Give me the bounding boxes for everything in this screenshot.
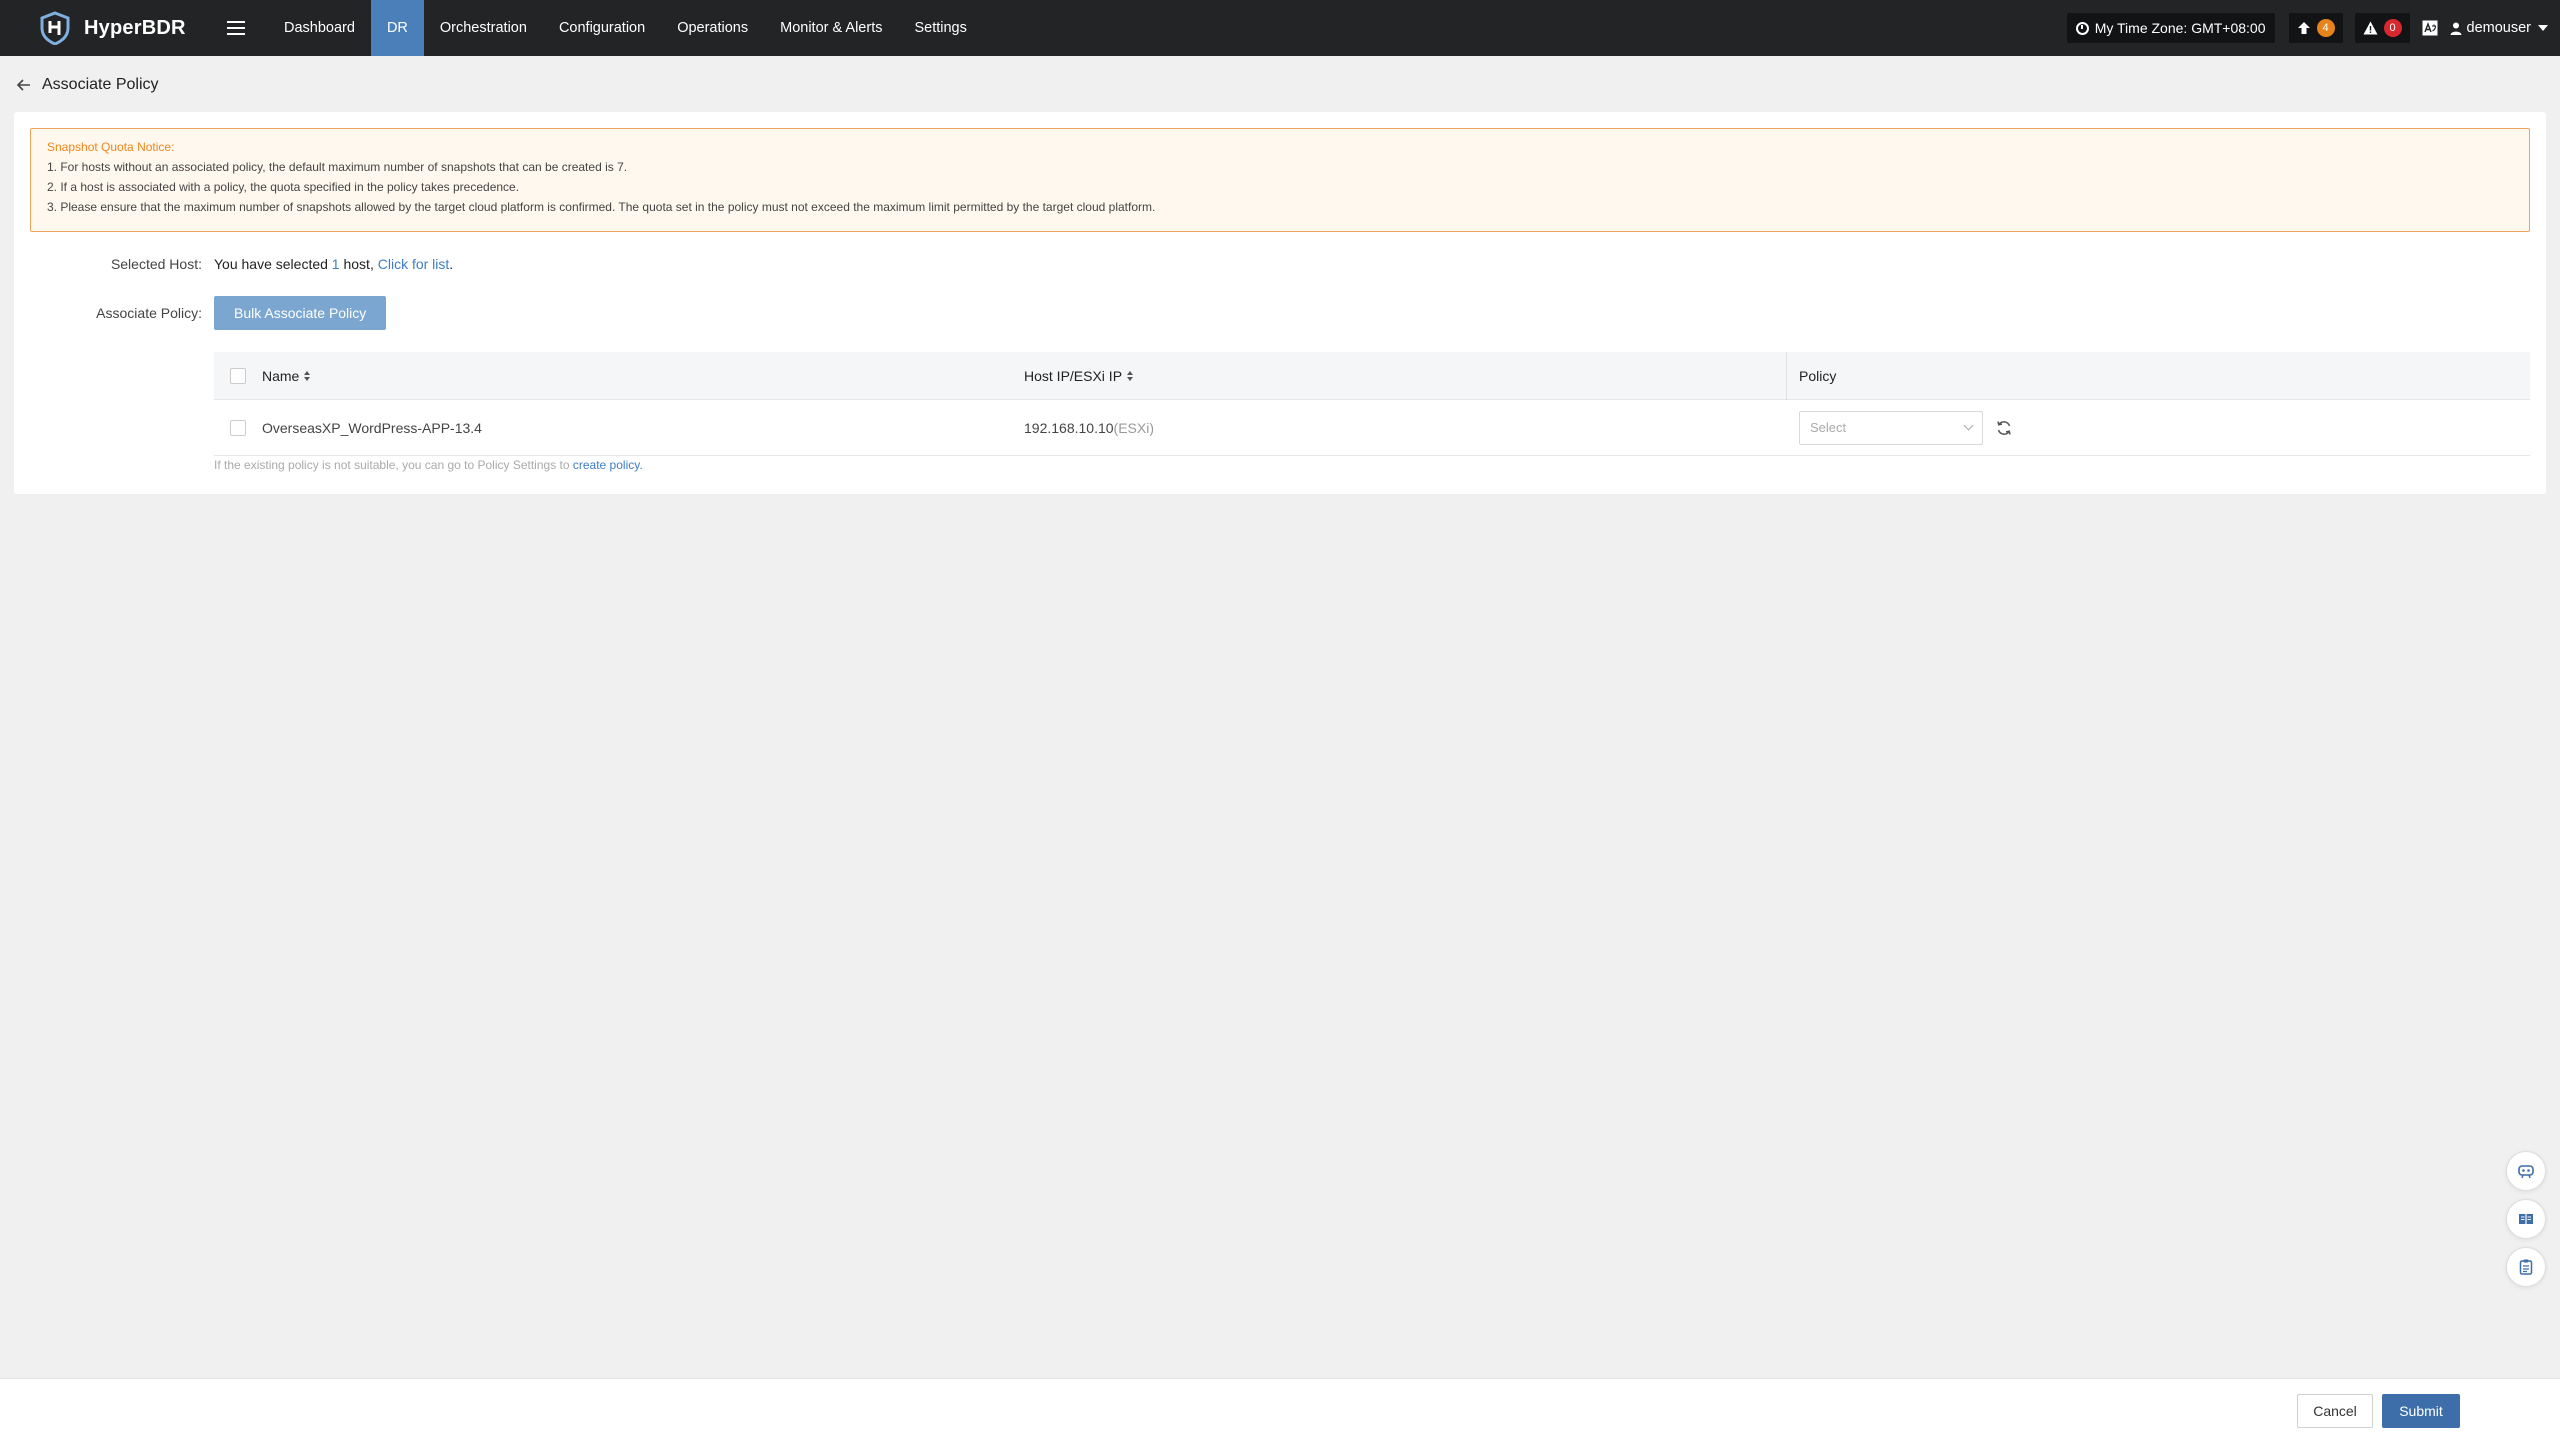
nav-settings[interactable]: Settings [898, 0, 982, 56]
main-panel: Snapshot Quota Notice: 1. For hosts with… [14, 112, 2546, 494]
sort-icon[interactable] [1127, 370, 1134, 381]
alert-count-badge: 0 [2383, 19, 2402, 37]
nav-operations[interactable]: Operations [661, 0, 764, 56]
hint-text: If the existing policy is not suitable, … [214, 458, 573, 472]
back-arrow-icon[interactable] [14, 75, 34, 95]
sort-icon[interactable] [304, 370, 311, 381]
brand-name: HyperBDR [84, 16, 186, 39]
click-for-list-link[interactable]: Click for list [378, 256, 450, 272]
selected-host-row: Selected Host: You have selected 1 host,… [24, 252, 453, 276]
select-all-cell [214, 367, 262, 384]
cancel-button[interactable]: Cancel [2297, 1394, 2373, 1428]
clipboard-icon [2519, 1259, 2533, 1275]
alerts-button[interactable]: 0 [2354, 13, 2410, 43]
book-icon [2519, 1214, 2533, 1224]
table-row: OverseasXP_WordPress-APP-13.4 192.168.10… [214, 400, 2530, 456]
user-menu[interactable]: demouser [2450, 20, 2548, 36]
main-nav: Dashboard DR Orchestration Configuration… [268, 0, 983, 56]
selected-host-label: Selected Host: [110, 256, 202, 272]
column-policy: Policy [1787, 368, 2530, 384]
notice-title: Snapshot Quota Notice: [47, 140, 175, 154]
row-check-cell [214, 419, 262, 436]
selected-suffix: host, [339, 256, 378, 272]
username: demouser [2466, 20, 2531, 36]
nav-dashboard[interactable]: Dashboard [268, 0, 371, 56]
language-icon[interactable] [2422, 20, 2438, 36]
host-ip-cell: 192.168.10.10 (ESXi) [1024, 420, 1786, 436]
notice-line-2: 2. If a host is associated with a policy… [47, 180, 520, 194]
support-chat-button[interactable] [2506, 1151, 2546, 1191]
nav-monitor-alerts[interactable]: Monitor & Alerts [764, 0, 898, 56]
select-all-checkbox[interactable] [230, 367, 246, 384]
bulk-associate-policy-button[interactable]: Bulk Associate Policy [214, 296, 387, 330]
submit-button[interactable]: Submit [2382, 1394, 2460, 1428]
snapshot-quota-notice: Snapshot Quota Notice: 1. For hosts with… [30, 128, 2530, 232]
associate-policy-label: Associate Policy: [96, 305, 202, 321]
shield-logo-icon [38, 11, 74, 45]
hamburger-menu-icon[interactable] [214, 0, 258, 56]
selected-host-value: You have selected 1 host, Click for list… [214, 256, 453, 272]
policy-select-placeholder: Select [1810, 420, 1847, 435]
row-checkbox[interactable] [230, 419, 246, 436]
host-ip: 192.168.10.10 [1024, 419, 1114, 436]
column-host-ip[interactable]: Host IP/ESXi IP [1024, 368, 1786, 384]
timezone-selector[interactable]: My Time Zone: GMT+08:00 [2066, 13, 2275, 43]
create-policy-hint: If the existing policy is not suitable, … [214, 458, 643, 472]
page-title: Associate Policy [42, 76, 159, 93]
nav-dr[interactable]: DR [370, 0, 424, 56]
timezone-label: My Time Zone: GMT+08:00 [2094, 20, 2266, 36]
period: . [449, 256, 454, 272]
host-name-cell: OverseasXP_WordPress-APP-13.4 [262, 419, 482, 436]
column-name[interactable]: Name [262, 368, 1024, 384]
caret-down-icon [2538, 25, 2548, 31]
page-header: Associate Policy [14, 70, 159, 100]
footer-bar: Cancel Submit [0, 1378, 2560, 1440]
warning-icon [2363, 21, 2378, 35]
top-navbar: HyperBDR Dashboard DR Orchestration Conf… [0, 0, 2560, 56]
column-name-label: Name [262, 367, 300, 384]
associate-policy-row: Associate Policy: Bulk Associate Policy [24, 296, 387, 330]
clock-icon [2075, 21, 2089, 35]
upload-arrow-icon [2297, 22, 2310, 34]
column-policy-label: Policy [1799, 367, 1837, 384]
upload-tasks-button[interactable]: 4 [2288, 13, 2343, 43]
documentation-button[interactable] [2506, 1199, 2546, 1239]
policy-select[interactable]: Select [1799, 410, 1983, 445]
hosts-table: Name Host IP/ESXi IP Policy OverseasXP_W… [214, 351, 2530, 456]
host-ip-type: (ESXi) [1113, 419, 1154, 436]
brand[interactable]: HyperBDR [0, 0, 210, 56]
notice-line-1: 1. For hosts without an associated polic… [47, 160, 628, 174]
table-header: Name Host IP/ESXi IP Policy [214, 351, 2530, 400]
selected-prefix: You have selected [214, 256, 332, 272]
notice-line-3: 3. Please ensure that the maximum number… [47, 200, 1156, 214]
selected-count: 1 [331, 256, 340, 272]
task-list-button[interactable] [2506, 1247, 2546, 1287]
header-right: My Time Zone: GMT+08:00 4 0 demouser [2066, 0, 2548, 56]
chevron-down-icon [1963, 420, 1974, 431]
nav-configuration[interactable]: Configuration [543, 0, 661, 56]
column-host-ip-label: Host IP/ESXi IP [1024, 367, 1123, 384]
refresh-icon[interactable] [1995, 419, 2013, 437]
user-icon [2450, 22, 2462, 35]
policy-cell: Select [1787, 410, 2530, 445]
create-policy-link[interactable]: create policy. [573, 458, 643, 472]
upload-count-badge: 4 [2316, 19, 2335, 37]
robot-icon [2518, 1165, 2534, 1179]
nav-orchestration[interactable]: Orchestration [424, 0, 543, 56]
